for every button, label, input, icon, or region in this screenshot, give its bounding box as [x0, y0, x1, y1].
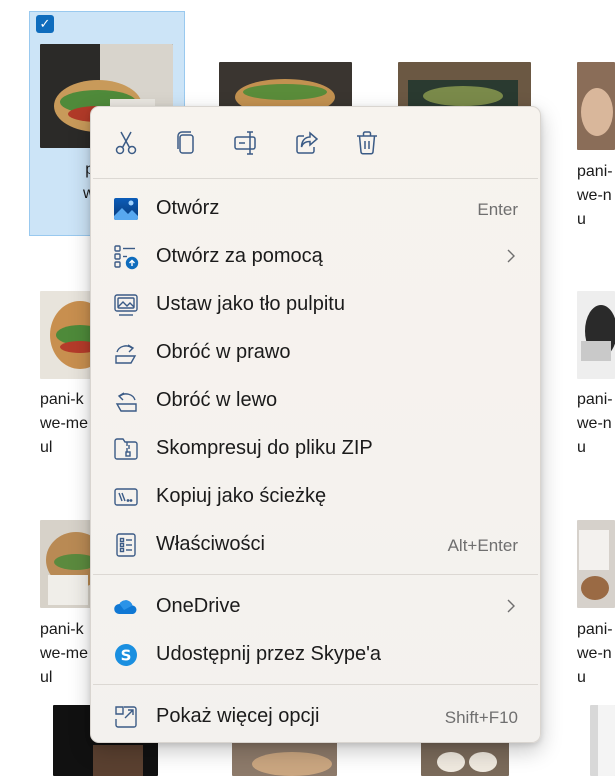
- copy-icon: [177, 131, 194, 154]
- menu-item-label: Właściwości: [156, 533, 265, 555]
- menu-item-label: Skompresuj do pliku ZIP: [156, 437, 373, 459]
- wallpaper-icon: [114, 294, 138, 316]
- file-name: pani-k we-me ul: [40, 621, 89, 686]
- file-name: pani- we-n u: [577, 163, 613, 228]
- menu-item-rotate-left[interactable]: Obróć w lewo: [91, 377, 540, 423]
- share-icon: [296, 131, 319, 154]
- chevron-right-icon: [507, 249, 515, 263]
- cut-button[interactable]: [106, 123, 146, 163]
- copy-button[interactable]: [166, 123, 206, 163]
- thumbnail[interactable]: [232, 740, 337, 776]
- separator: [93, 684, 538, 685]
- thumbnail[interactable]: [398, 62, 531, 112]
- menu-item-onedrive[interactable]: OneDrive: [91, 583, 540, 629]
- show-more-options-icon: [115, 706, 137, 728]
- menu-item-open-with[interactable]: Otwórz za pomocą: [91, 233, 540, 279]
- file-name: pani- we-n u: [577, 621, 613, 686]
- properties-icon: [116, 533, 136, 557]
- menu-item-label: Obróć w prawo: [156, 341, 291, 363]
- context-menu: Otwórz Enter Otwórz za pomocą Ustaw jako…: [90, 106, 541, 743]
- menu-item-label: Ustaw jako tło pulpitu: [156, 293, 345, 315]
- context-menu-toolbar: [91, 123, 540, 163]
- menu-item-share-skype[interactable]: S Udostępnij przez Skype'a: [91, 631, 540, 677]
- menu-item-rotate-right[interactable]: Obróć w prawo: [91, 329, 540, 375]
- separator: [93, 574, 538, 575]
- chevron-right-icon: [507, 599, 515, 613]
- onedrive-icon: [114, 600, 137, 614]
- checkbox-checked-icon[interactable]: ✓: [36, 15, 54, 33]
- delete-button[interactable]: [347, 123, 387, 163]
- file-name: pani- we-n u: [577, 391, 613, 456]
- menu-item-label: Otwórz za pomocą: [156, 245, 323, 267]
- menu-item-copy-path[interactable]: Kopiuj jako ścieżkę: [91, 473, 540, 519]
- cut-icon: [115, 131, 137, 155]
- menu-item-properties[interactable]: Właściwości Alt+Enter: [91, 521, 540, 567]
- thumbnail[interactable]: [421, 740, 509, 776]
- rotate-right-icon: [115, 344, 137, 364]
- menu-item-show-more-options[interactable]: Pokaż więcej opcji Shift+F10: [91, 693, 540, 739]
- thumbnail[interactable]: [40, 520, 92, 608]
- skype-icon: S: [115, 644, 137, 666]
- photos-app-icon: [114, 198, 138, 220]
- menu-item-open[interactable]: Otwórz Enter: [91, 185, 540, 231]
- shortcut-text: Shift+F10: [444, 708, 518, 727]
- open-with-icon: [114, 245, 139, 270]
- thumbnail[interactable]: [577, 291, 615, 379]
- menu-item-compress-zip[interactable]: Skompresuj do pliku ZIP: [91, 425, 540, 471]
- share-button[interactable]: [287, 123, 327, 163]
- thumbnail[interactable]: [577, 62, 615, 150]
- menu-item-label: Obróć w lewo: [156, 389, 278, 411]
- thumbnail[interactable]: [577, 520, 615, 608]
- rotate-left-icon: [115, 392, 137, 412]
- thumbnail[interactable]: [40, 291, 92, 379]
- thumbnail[interactable]: [219, 62, 352, 112]
- file-name: pani-k we-me ul: [40, 391, 89, 456]
- menu-item-label: Udostępnij przez Skype'a: [156, 643, 382, 665]
- shortcut-text: Alt+Enter: [447, 536, 518, 555]
- delete-icon: [357, 131, 377, 155]
- rename-button[interactable]: [227, 123, 267, 163]
- shortcut-text: Enter: [477, 200, 518, 219]
- menu-item-label: Pokaż więcej opcji: [156, 705, 320, 727]
- copy-path-icon: [114, 488, 138, 506]
- menu-item-set-wallpaper[interactable]: Ustaw jako tło pulpitu: [91, 281, 540, 327]
- separator: [93, 178, 538, 179]
- thumbnail[interactable]: [590, 705, 615, 776]
- menu-item-label: Kopiuj jako ścieżkę: [156, 485, 327, 507]
- svg-text:S: S: [121, 647, 132, 665]
- menu-item-label: Otwórz: [156, 197, 220, 219]
- menu-item-label: OneDrive: [156, 595, 241, 617]
- rename-icon: [234, 131, 256, 155]
- zip-folder-icon: [114, 438, 138, 460]
